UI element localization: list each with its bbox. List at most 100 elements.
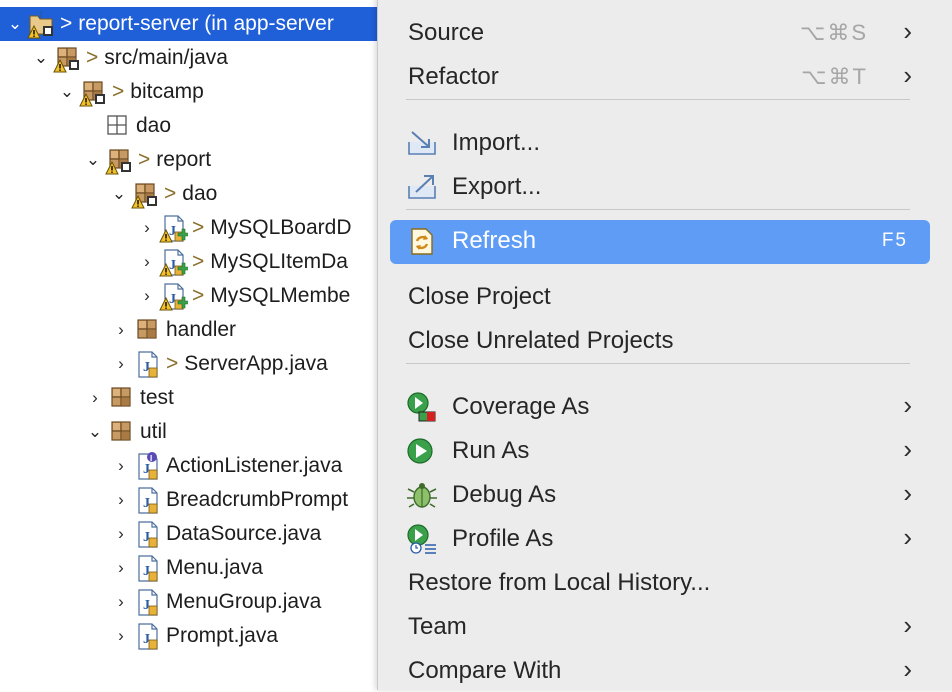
menu-item-refresh[interactable]: Refresh F5 (390, 220, 930, 264)
menu-item-source[interactable]: Source ⌥⌘S › (390, 12, 930, 54)
collapse-chevron-icon[interactable]: › (110, 558, 132, 578)
java-file-new-warning-icon (159, 215, 188, 243)
svg-text:J: J (38, 10, 43, 21)
collapse-chevron-icon[interactable]: › (110, 354, 132, 374)
tree-item[interactable]: › > ServerApp.java (0, 347, 380, 381)
tree-item-label: report-server (in app-server (78, 12, 334, 35)
tree-item[interactable]: › Menu.java (0, 551, 380, 585)
tree-item[interactable]: › Prompt.java (0, 619, 380, 653)
menu-item-import[interactable]: Import... (390, 122, 930, 164)
menu-item-label: Export... (452, 173, 542, 200)
export-icon (408, 175, 436, 199)
submenu-chevron-icon: › (903, 654, 912, 684)
tree-item-label: ActionListener.java (166, 454, 343, 477)
menu-item-label: Compare With (408, 657, 562, 684)
java-file-icon (138, 623, 158, 650)
collapse-chevron-icon[interactable]: › (110, 524, 132, 544)
collapse-chevron-icon[interactable]: › (110, 490, 132, 510)
java-file-icon (138, 487, 158, 514)
expand-chevron-icon[interactable]: ⌄ (4, 14, 26, 34)
menu-item-restore-local-history[interactable]: Restore from Local History... (390, 562, 930, 604)
tree-item-label: MySQLMembe (210, 284, 351, 307)
tree-item[interactable]: › > MySQLMembe (0, 279, 380, 313)
expand-chevron-icon[interactable]: ⌄ (56, 82, 78, 102)
tree-item[interactable]: ⌄ > dao (0, 177, 380, 211)
java-file-icon (138, 555, 158, 582)
tree-item-label: src/main/java (104, 46, 228, 69)
package-warning-icon (131, 183, 157, 209)
tree-item-label: bitcamp (130, 80, 204, 103)
menu-item-coverage-as[interactable]: Coverage As › (390, 386, 930, 428)
menu-item-refactor[interactable]: Refactor ⌥⌘T › (390, 56, 930, 98)
menu-item-export[interactable]: Export... (390, 166, 930, 208)
tree-item[interactable]: dao (0, 109, 380, 143)
collapse-chevron-icon[interactable]: › (110, 626, 132, 646)
menu-item-profile-as[interactable]: Profile As › (390, 518, 930, 560)
collapse-chevron-icon[interactable]: › (84, 388, 106, 408)
java-file-new-warning-icon (159, 283, 188, 311)
tree-item-label: DataSource.java (166, 522, 322, 545)
tree-item-label: dao (136, 114, 172, 137)
menu-item-team[interactable]: Team › (390, 606, 930, 648)
package-warning-icon (105, 149, 131, 175)
collapse-chevron-icon[interactable]: › (136, 286, 158, 306)
tree-item[interactable]: › MenuGroup.java (0, 585, 380, 619)
package-warning-icon (79, 81, 105, 107)
tree-item[interactable]: ⌄ > report (0, 143, 380, 177)
expand-chevron-icon[interactable]: ⌄ (30, 48, 52, 68)
tree-item[interactable]: › handler (0, 313, 380, 347)
collapse-chevron-icon[interactable]: › (136, 218, 158, 238)
git-dirty-marker: > (192, 250, 205, 273)
menu-item-label: Close Project (408, 283, 551, 310)
tree-item-label: handler (166, 318, 237, 341)
git-dirty-marker: > (164, 182, 177, 205)
menu-item-label: Source (408, 19, 485, 46)
tree-item[interactable]: › I ActionListener.java (0, 449, 380, 483)
submenu-chevron-icon: › (903, 390, 912, 420)
submenu-chevron-icon: › (903, 434, 912, 464)
tree-item-label: Menu.java (166, 556, 263, 579)
menu-item-label: Refresh (452, 227, 537, 254)
tree-item-label: util (140, 420, 167, 443)
tree-item-label: report (156, 148, 212, 171)
menu-item-close-project[interactable]: Close Project (390, 276, 930, 318)
tree-item[interactable]: › > MySQLBoardD (0, 211, 380, 245)
collapse-chevron-icon[interactable]: › (136, 252, 158, 272)
expand-chevron-icon[interactable]: ⌄ (108, 184, 130, 204)
git-dirty-marker: > (112, 80, 125, 103)
tree-item-label: MySQLBoardD (210, 216, 352, 239)
menu-item-label: Import... (452, 129, 541, 156)
git-dirty-marker: > (138, 148, 151, 171)
tree-item[interactable]: ⌄ util (0, 415, 380, 449)
context-menu: Source ⌥⌘S › Refactor ⌥⌘T › Import... Ex… (377, 0, 952, 690)
git-dirty-marker: > (192, 284, 205, 307)
menu-item-label: Restore from Local History... (408, 569, 711, 596)
submenu-chevron-icon: › (903, 60, 912, 90)
java-file-icon (138, 589, 158, 616)
expand-chevron-icon[interactable]: ⌄ (84, 422, 106, 442)
collapse-chevron-icon[interactable]: › (110, 592, 132, 612)
tree-item[interactable]: ⌄ > bitcamp (0, 75, 380, 109)
tree-item[interactable]: ⌄ J > report-server (in app-server (0, 7, 380, 41)
expand-chevron-icon[interactable]: ⌄ (82, 150, 104, 170)
package-icon (111, 387, 131, 407)
menu-item-compare-with[interactable]: Compare With › (390, 650, 930, 692)
source-folder-warning-icon (53, 47, 79, 73)
menu-item-label: Profile As (452, 525, 554, 552)
menu-item-label: Team (408, 613, 467, 640)
tree-item[interactable]: › test (0, 381, 380, 415)
shortcut-label: ⌥⌘T (801, 64, 868, 89)
menu-item-run-as[interactable]: Run As › (390, 430, 930, 472)
menu-item-label: Close Unrelated Projects (408, 327, 674, 354)
git-dirty-marker: > (86, 46, 99, 69)
collapse-chevron-icon[interactable]: › (110, 456, 132, 476)
tree-item[interactable]: ⌄ > src/main/java (0, 41, 380, 75)
tree-item[interactable]: › > MySQLItemDa (0, 245, 380, 279)
profile-icon (407, 524, 436, 554)
collapse-chevron-icon[interactable]: › (110, 320, 132, 340)
debug-bug-icon (407, 483, 437, 508)
tree-item[interactable]: › BreadcrumbPrompt (0, 483, 380, 517)
tree-item[interactable]: › DataSource.java (0, 517, 380, 551)
menu-item-debug-as[interactable]: Debug As › (390, 474, 930, 516)
menu-item-close-unrelated-projects[interactable]: Close Unrelated Projects (390, 320, 930, 362)
